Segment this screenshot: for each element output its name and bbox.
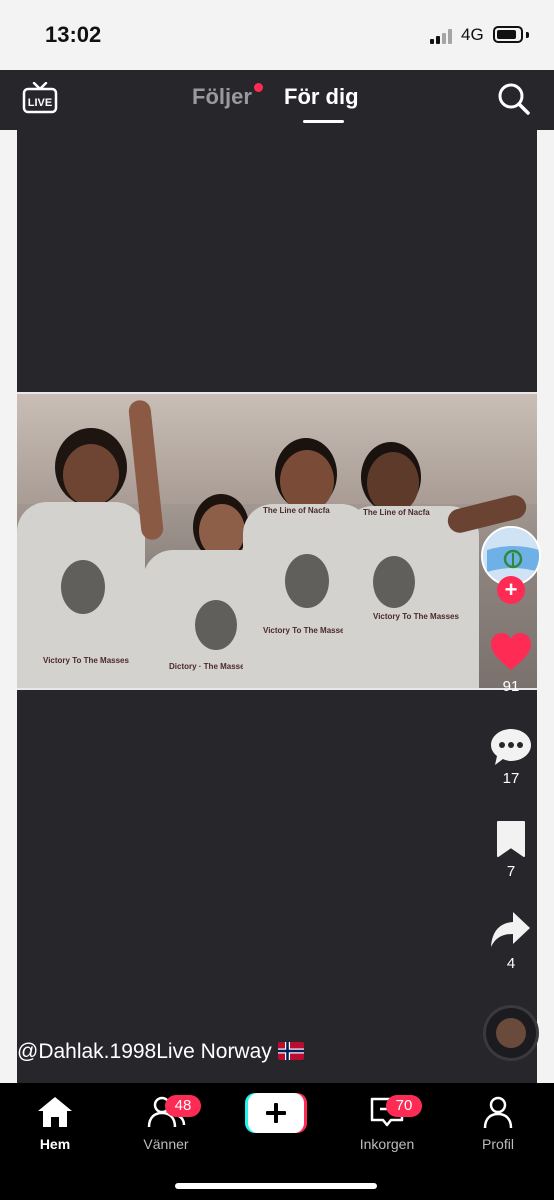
cellular-signal-icon (430, 28, 454, 44)
nav-friends-label: Vänner (143, 1136, 189, 1152)
shirt-title-4: The Line of Nacfa (363, 508, 430, 517)
friends-badge: 48 (165, 1095, 201, 1117)
follow-button[interactable]: + (497, 576, 525, 604)
like-count: 91 (502, 678, 520, 695)
bookmark-count: 7 (506, 863, 516, 880)
nav-profile-label: Profil (482, 1136, 514, 1152)
home-icon (38, 1097, 72, 1127)
live-tv-icon[interactable]: LIVE (22, 82, 58, 114)
caption-text: @Dahlak.1998Live Norway (17, 1040, 272, 1063)
shirt-slogan-4: Victory To The Masses (373, 612, 459, 621)
tab-following[interactable]: Följer (192, 84, 252, 110)
norway-flag-icon (277, 1042, 304, 1060)
music-disc-icon[interactable] (483, 1005, 539, 1061)
nav-inbox-label: Inkorgen (359, 1136, 415, 1152)
video-player[interactable]: Victory To The Masses Dictory · The Mass… (17, 392, 537, 690)
nav-friends[interactable]: Vänner 48 (121, 1091, 211, 1152)
battery-icon (493, 26, 529, 43)
profile-icon (483, 1096, 513, 1129)
create-plus-icon[interactable] (245, 1093, 307, 1133)
top-navigation (0, 70, 554, 130)
status-bar: 13:02 4G (0, 0, 554, 70)
home-indicator (175, 1183, 377, 1189)
nav-inbox[interactable]: Inkorgen 70 (342, 1091, 432, 1152)
shirt-slogan-2: Dictory · The Masses (169, 662, 250, 671)
comment-count: 17 (502, 770, 520, 787)
live-label: LIVE (28, 97, 52, 109)
nav-home[interactable]: Hem (10, 1091, 100, 1152)
tab-for-you[interactable]: För dig (284, 84, 359, 110)
inbox-badge: 70 (386, 1095, 422, 1117)
shirt-slogan: Victory To The Masses (43, 656, 129, 665)
status-time: 13:02 (45, 22, 102, 47)
nav-home-label: Hem (39, 1136, 71, 1152)
shirt-slogan-3: Victory To The Masses (263, 626, 349, 635)
comment-icon[interactable] (489, 726, 533, 768)
network-type: 4G (461, 25, 484, 44)
like-heart-icon[interactable] (489, 632, 533, 672)
share-icon[interactable] (489, 910, 531, 950)
share-count: 4 (506, 955, 516, 972)
shirt-title: The Line of Nacfa (263, 506, 330, 515)
nav-profile[interactable]: Profil (453, 1091, 543, 1152)
video-caption[interactable]: @Dahlak.1998Live Norway (17, 1040, 304, 1064)
active-tab-indicator (303, 120, 344, 123)
search-icon[interactable] (497, 82, 531, 116)
bookmark-icon[interactable] (495, 820, 527, 858)
notification-dot (254, 83, 263, 92)
